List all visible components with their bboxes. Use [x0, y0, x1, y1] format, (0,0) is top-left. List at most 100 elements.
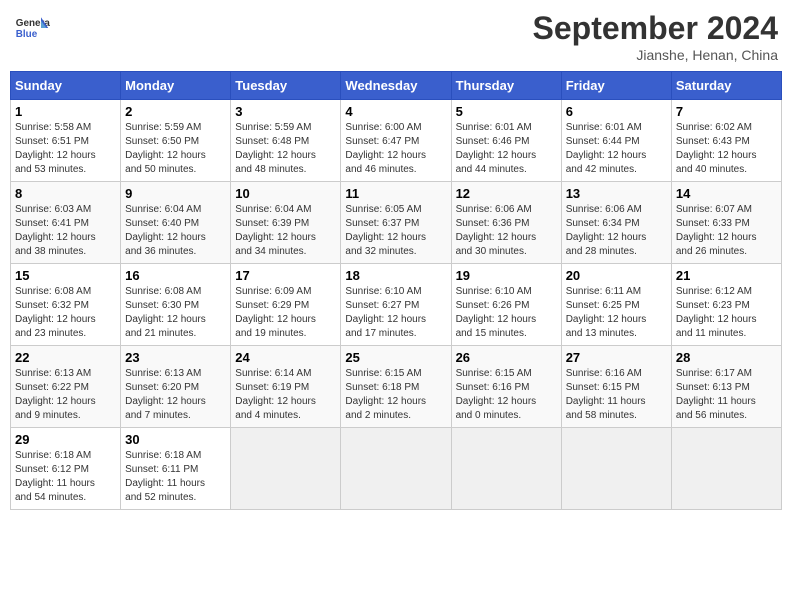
day-number: 25: [345, 350, 446, 365]
calendar-cell: 27Sunrise: 6:16 AM Sunset: 6:15 PM Dayli…: [561, 346, 671, 428]
day-info: Sunrise: 6:10 AM Sunset: 6:27 PM Dayligh…: [345, 285, 446, 341]
calendar-cell: 8 Sunrise: 6:03 AM Sunset: 6:41 PM Daylig…: [11, 182, 121, 264]
header-row: SundayMondayTuesdayWednesdayThursdayFrid…: [11, 72, 782, 100]
calendar-cell: 5Sunrise: 6:01 AM Sunset: 6:46 PM Daylig…: [451, 100, 561, 182]
day-info: Sunrise: 5:58 AM Sunset: 6:51 PM Dayligh…: [15, 121, 116, 177]
logo-icon: General Blue: [14, 10, 50, 46]
day-number: 16: [125, 268, 226, 283]
day-info: Sunrise: 6:01 AM Sunset: 6:46 PM Dayligh…: [456, 121, 557, 177]
calendar-cell: 14 Sunrise: 6:07 AM Sunset: 6:33 PM Dayli…: [671, 182, 781, 264]
day-info: Sunrise: 6:06 AM Sunset: 6:36 PM Dayligh…: [456, 203, 557, 259]
day-number: 1: [15, 104, 116, 119]
day-number: 27: [566, 350, 667, 365]
day-number: 29: [15, 432, 116, 447]
day-info: Sunrise: 6:04 AM Sunset: 6:39 PM Dayligh…: [235, 203, 336, 259]
day-number: 17: [235, 268, 336, 283]
weekday-header: Friday: [561, 72, 671, 100]
day-number: 18: [345, 268, 446, 283]
calendar-cell: 16 Sunrise: 6:08 AM Sunset: 6:30 PM Dayli…: [121, 264, 231, 346]
calendar-cell: 3 Sunrise: 5:59 AM Sunset: 6:48 PM Daylig…: [231, 100, 341, 182]
calendar-cell: 21 Sunrise: 6:12 AM Sunset: 6:23 PM Dayli…: [671, 264, 781, 346]
day-info: Sunrise: 5:59 AM Sunset: 6:48 PM Dayligh…: [235, 121, 336, 177]
month-title: September 2024: [533, 10, 778, 47]
day-info: Sunrise: 6:09 AM Sunset: 6:29 PM Dayligh…: [235, 285, 336, 341]
day-number: 30: [125, 432, 226, 447]
day-info: Sunrise: 6:00 AM Sunset: 6:47 PM Dayligh…: [345, 121, 446, 177]
calendar-cell: 12 Sunrise: 6:06 AM Sunset: 6:36 PM Dayli…: [451, 182, 561, 264]
calendar-cell: [231, 428, 341, 510]
day-info: Sunrise: 6:04 AM Sunset: 6:40 PM Dayligh…: [125, 203, 226, 259]
svg-text:Blue: Blue: [16, 29, 38, 40]
calendar-cell: [341, 428, 451, 510]
day-number: 24: [235, 350, 336, 365]
day-info: Sunrise: 6:08 AM Sunset: 6:30 PM Dayligh…: [125, 285, 226, 341]
day-info: Sunrise: 6:18 AM Sunset: 6:11 PM Dayligh…: [125, 449, 226, 505]
calendar-week-row: 1 Sunrise: 5:58 AM Sunset: 6:51 PM Daylig…: [11, 100, 782, 182]
logo: General Blue: [14, 10, 50, 46]
calendar-cell: 17 Sunrise: 6:09 AM Sunset: 6:29 PM Dayli…: [231, 264, 341, 346]
day-number: 13: [566, 186, 667, 201]
calendar-cell: 1 Sunrise: 5:58 AM Sunset: 6:51 PM Daylig…: [11, 100, 121, 182]
day-info: Sunrise: 6:05 AM Sunset: 6:37 PM Dayligh…: [345, 203, 446, 259]
calendar-cell: 19Sunrise: 6:10 AM Sunset: 6:26 PM Dayli…: [451, 264, 561, 346]
day-number: 22: [15, 350, 116, 365]
weekday-header: Sunday: [11, 72, 121, 100]
day-number: 7: [676, 104, 777, 119]
day-info: Sunrise: 6:07 AM Sunset: 6:33 PM Dayligh…: [676, 203, 777, 259]
calendar-cell: 30 Sunrise: 6:18 AM Sunset: 6:11 PM Dayli…: [121, 428, 231, 510]
day-info: Sunrise: 6:02 AM Sunset: 6:43 PM Dayligh…: [676, 121, 777, 177]
day-number: 15: [15, 268, 116, 283]
calendar-cell: [451, 428, 561, 510]
day-number: 4: [345, 104, 446, 119]
day-info: Sunrise: 6:15 AM Sunset: 6:16 PM Dayligh…: [456, 367, 557, 423]
calendar-cell: [561, 428, 671, 510]
day-number: 8: [15, 186, 116, 201]
day-number: 26: [456, 350, 557, 365]
weekday-header: Wednesday: [341, 72, 451, 100]
day-info: Sunrise: 5:59 AM Sunset: 6:50 PM Dayligh…: [125, 121, 226, 177]
calendar-cell: 25 Sunrise: 6:15 AM Sunset: 6:18 PM Dayli…: [341, 346, 451, 428]
day-number: 6: [566, 104, 667, 119]
day-number: 9: [125, 186, 226, 201]
day-info: Sunrise: 6:03 AM Sunset: 6:41 PM Dayligh…: [15, 203, 116, 259]
day-number: 23: [125, 350, 226, 365]
calendar-cell: 18 Sunrise: 6:10 AM Sunset: 6:27 PM Dayli…: [341, 264, 451, 346]
day-info: Sunrise: 6:15 AM Sunset: 6:18 PM Dayligh…: [345, 367, 446, 423]
calendar-cell: 22 Sunrise: 6:13 AM Sunset: 6:22 PM Dayli…: [11, 346, 121, 428]
calendar-cell: 2 Sunrise: 5:59 AM Sunset: 6:50 PM Daylig…: [121, 100, 231, 182]
day-info: Sunrise: 6:01 AM Sunset: 6:44 PM Dayligh…: [566, 121, 667, 177]
day-number: 12: [456, 186, 557, 201]
day-number: 10: [235, 186, 336, 201]
day-number: 20: [566, 268, 667, 283]
day-number: 3: [235, 104, 336, 119]
day-info: Sunrise: 6:14 AM Sunset: 6:19 PM Dayligh…: [235, 367, 336, 423]
weekday-header: Monday: [121, 72, 231, 100]
day-info: Sunrise: 6:06 AM Sunset: 6:34 PM Dayligh…: [566, 203, 667, 259]
calendar-cell: 28 Sunrise: 6:17 AM Sunset: 6:13 PM Dayli…: [671, 346, 781, 428]
day-info: Sunrise: 6:17 AM Sunset: 6:13 PM Dayligh…: [676, 367, 777, 423]
day-number: 21: [676, 268, 777, 283]
day-number: 28: [676, 350, 777, 365]
calendar-cell: 29 Sunrise: 6:18 AM Sunset: 6:12 PM Dayli…: [11, 428, 121, 510]
location: Jianshe, Henan, China: [533, 47, 778, 63]
calendar-week-row: 22 Sunrise: 6:13 AM Sunset: 6:22 PM Dayli…: [11, 346, 782, 428]
day-info: Sunrise: 6:10 AM Sunset: 6:26 PM Dayligh…: [456, 285, 557, 341]
day-info: Sunrise: 6:08 AM Sunset: 6:32 PM Dayligh…: [15, 285, 116, 341]
day-number: 2: [125, 104, 226, 119]
calendar-cell: 13 Sunrise: 6:06 AM Sunset: 6:34 PM Dayli…: [561, 182, 671, 264]
weekday-header: Saturday: [671, 72, 781, 100]
day-info: Sunrise: 6:13 AM Sunset: 6:22 PM Dayligh…: [15, 367, 116, 423]
day-info: Sunrise: 6:18 AM Sunset: 6:12 PM Dayligh…: [15, 449, 116, 505]
calendar-cell: 7 Sunrise: 6:02 AM Sunset: 6:43 PM Daylig…: [671, 100, 781, 182]
calendar-week-row: 8 Sunrise: 6:03 AM Sunset: 6:41 PM Daylig…: [11, 182, 782, 264]
day-number: 14: [676, 186, 777, 201]
calendar-table: SundayMondayTuesdayWednesdayThursdayFrid…: [10, 71, 782, 510]
calendar-cell: 6 Sunrise: 6:01 AM Sunset: 6:44 PM Daylig…: [561, 100, 671, 182]
day-info: Sunrise: 6:12 AM Sunset: 6:23 PM Dayligh…: [676, 285, 777, 341]
calendar-cell: 20 Sunrise: 6:11 AM Sunset: 6:25 PM Dayli…: [561, 264, 671, 346]
day-info: Sunrise: 6:11 AM Sunset: 6:25 PM Dayligh…: [566, 285, 667, 341]
calendar-cell: 26 Sunrise: 6:15 AM Sunset: 6:16 PM Dayli…: [451, 346, 561, 428]
calendar-cell: 4 Sunrise: 6:00 AM Sunset: 6:47 PM Daylig…: [341, 100, 451, 182]
calendar-week-row: 29 Sunrise: 6:18 AM Sunset: 6:12 PM Dayli…: [11, 428, 782, 510]
calendar-cell: 23Sunrise: 6:13 AM Sunset: 6:20 PM Dayli…: [121, 346, 231, 428]
